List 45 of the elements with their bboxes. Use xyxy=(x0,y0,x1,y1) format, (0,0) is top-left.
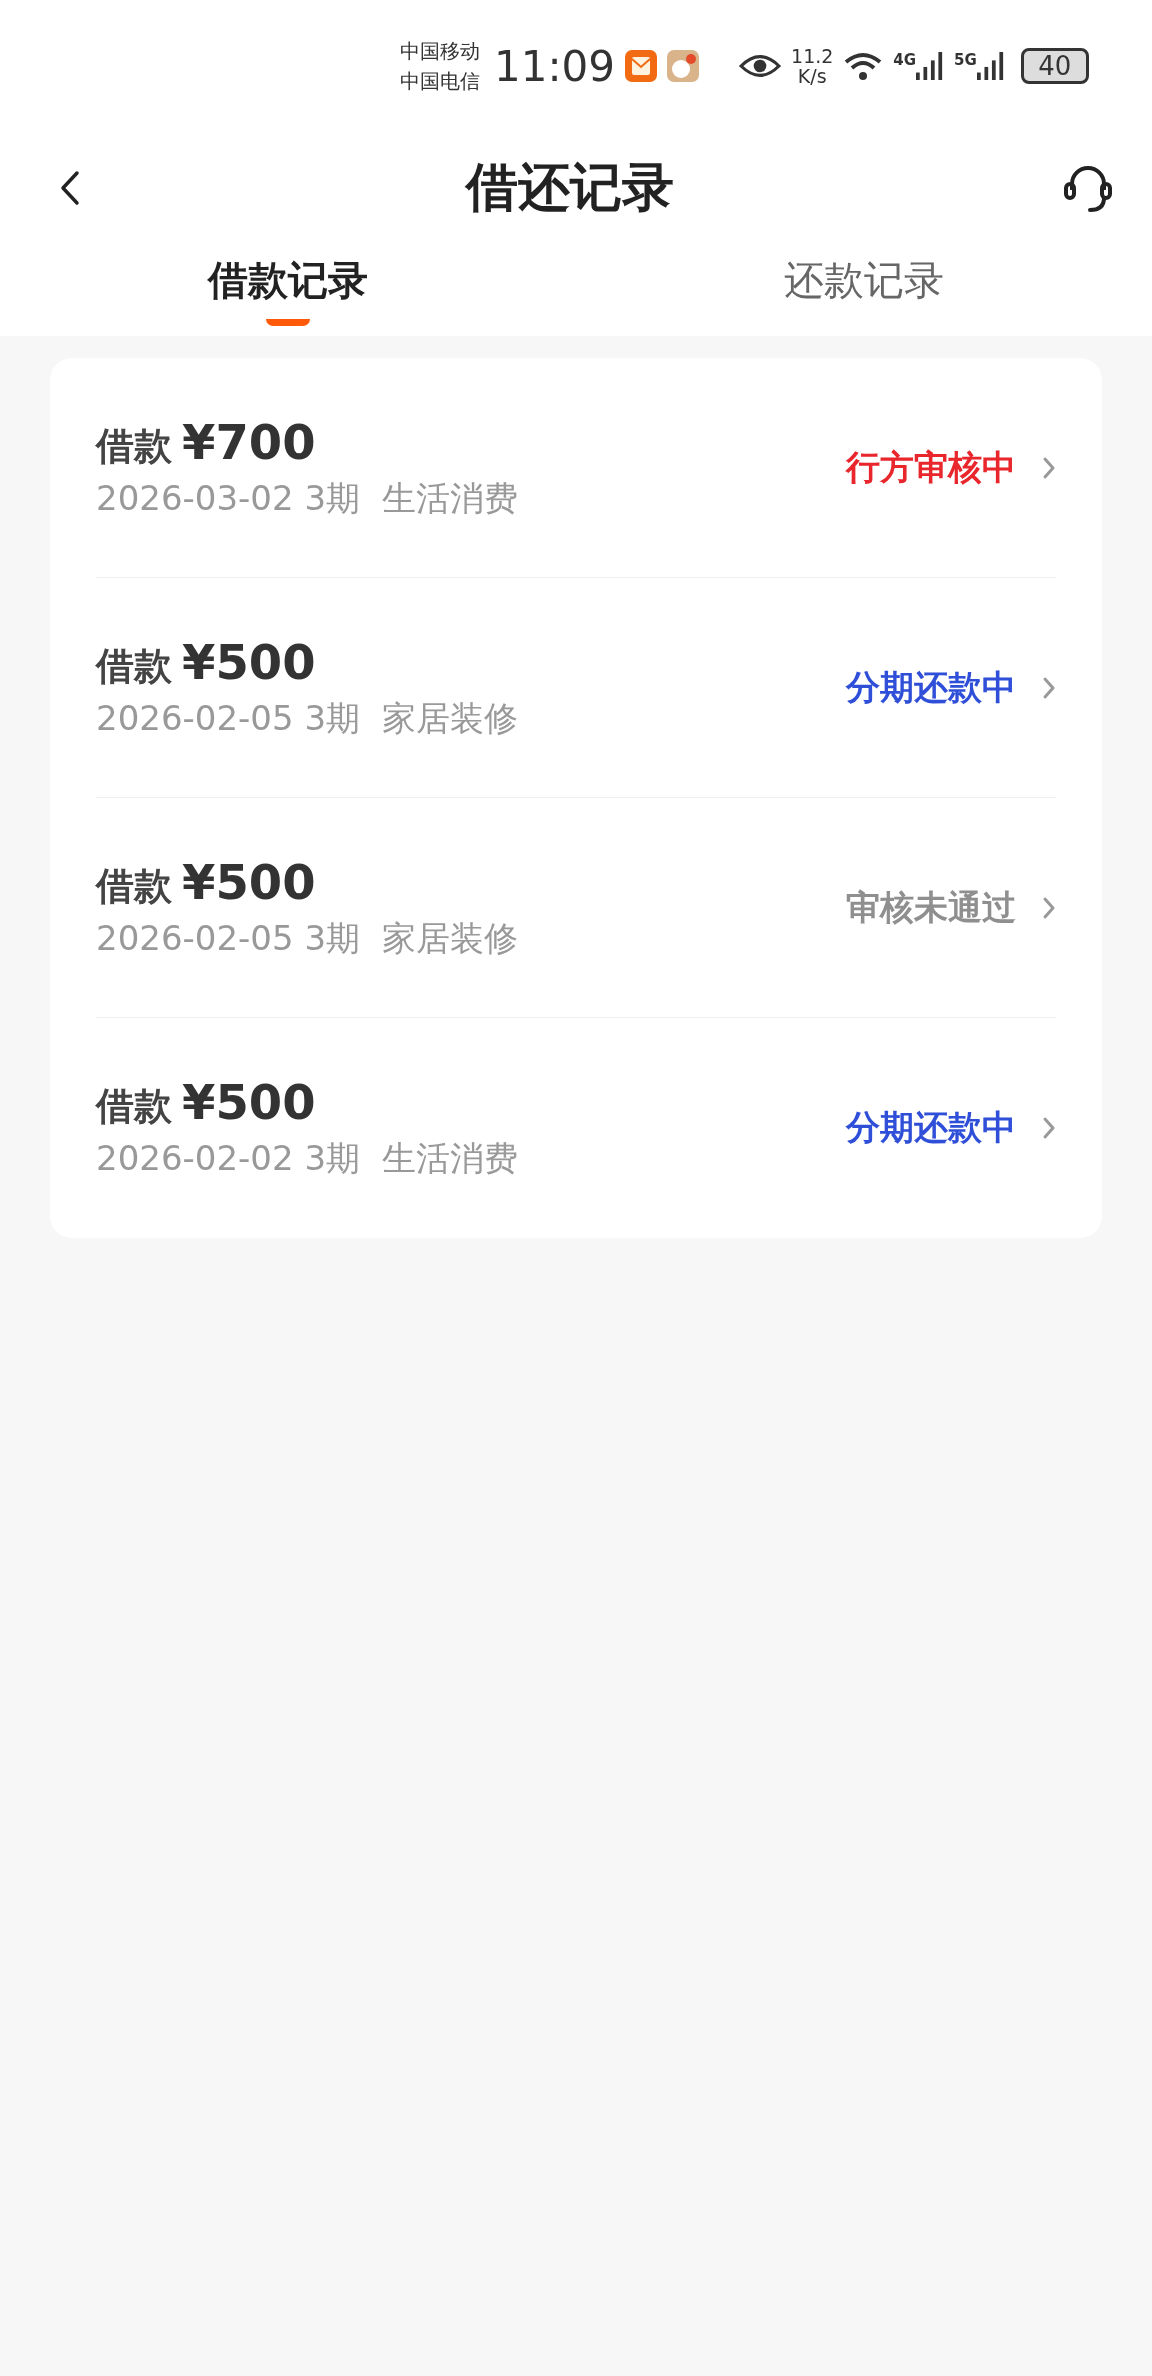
loan-purpose: 生活消费 xyxy=(382,476,519,520)
network-type: 5G xyxy=(954,51,977,69)
loan-date-term: 2026-03-02 3期 xyxy=(96,476,361,520)
loan-amount: ¥500 xyxy=(182,853,316,910)
tab[interactable]: 借款记录 xyxy=(0,244,576,336)
loan-record[interactable]: 借款 ¥500 2026-02-02 3期 生活消费 分期还款中 xyxy=(96,1018,1056,1238)
carrier-name: 中国电信 xyxy=(400,68,480,95)
chevron-right-icon xyxy=(1042,675,1056,700)
carrier-name: 中国移动 xyxy=(400,38,480,65)
speed-unit: K/s xyxy=(797,66,827,86)
chevron-right-icon xyxy=(1042,455,1056,480)
network-type: 4G xyxy=(893,51,917,69)
signal-icon xyxy=(976,51,1005,81)
loan-amount: ¥500 xyxy=(182,1074,316,1130)
loan-purpose: 家居装修 xyxy=(382,916,519,960)
signal-icon xyxy=(916,51,945,81)
loan-date-term: 2026-02-02 3期 xyxy=(96,1137,361,1180)
eye-icon xyxy=(739,53,782,79)
page-title: 借还记录 xyxy=(466,156,674,219)
loan-date-term: 2026-02-05 3期 xyxy=(96,696,361,740)
loan-status: 审核未通过 xyxy=(846,885,1016,929)
wifi-icon xyxy=(843,50,884,82)
loan-status: 分期还款中 xyxy=(846,665,1016,709)
chevron-right-icon xyxy=(1042,1116,1056,1140)
loan-label: 借款 xyxy=(96,1083,172,1130)
network-speed: 11.2 xyxy=(791,46,834,66)
loan-record[interactable]: 借款 ¥500 2026-02-05 3期 家居装修 分期还款中 xyxy=(96,578,1056,798)
tab[interactable]: 还款记录 xyxy=(576,244,1152,336)
loan-amount: ¥500 xyxy=(182,633,316,690)
loan-date-term: 2026-02-05 3期 xyxy=(96,916,361,960)
loan-label: 借款 xyxy=(96,422,172,470)
loan-label: 借款 xyxy=(96,862,172,910)
loan-record[interactable]: 借款 ¥500 2026-02-05 3期 家居装修 审核未通过 xyxy=(96,798,1056,1018)
loan-label: 借款 xyxy=(96,642,172,690)
loan-purpose: 家居装修 xyxy=(382,696,519,740)
loan-purpose: 生活消费 xyxy=(382,1137,519,1180)
loan-amount: ¥700 xyxy=(182,413,316,470)
loan-status: 分期还款中 xyxy=(846,1106,1016,1149)
clock-time: 11:09 xyxy=(494,41,616,91)
battery-icon: 40 xyxy=(1020,48,1089,84)
loan-status: 行方审核中 xyxy=(846,445,1016,489)
back-icon[interactable] xyxy=(60,170,80,206)
loan-record[interactable]: 借款 ¥700 2026-03-02 3期 生活消费 行方审核中 xyxy=(96,358,1056,578)
envelope-app-icon xyxy=(625,50,658,82)
chevron-right-icon xyxy=(1042,895,1056,920)
